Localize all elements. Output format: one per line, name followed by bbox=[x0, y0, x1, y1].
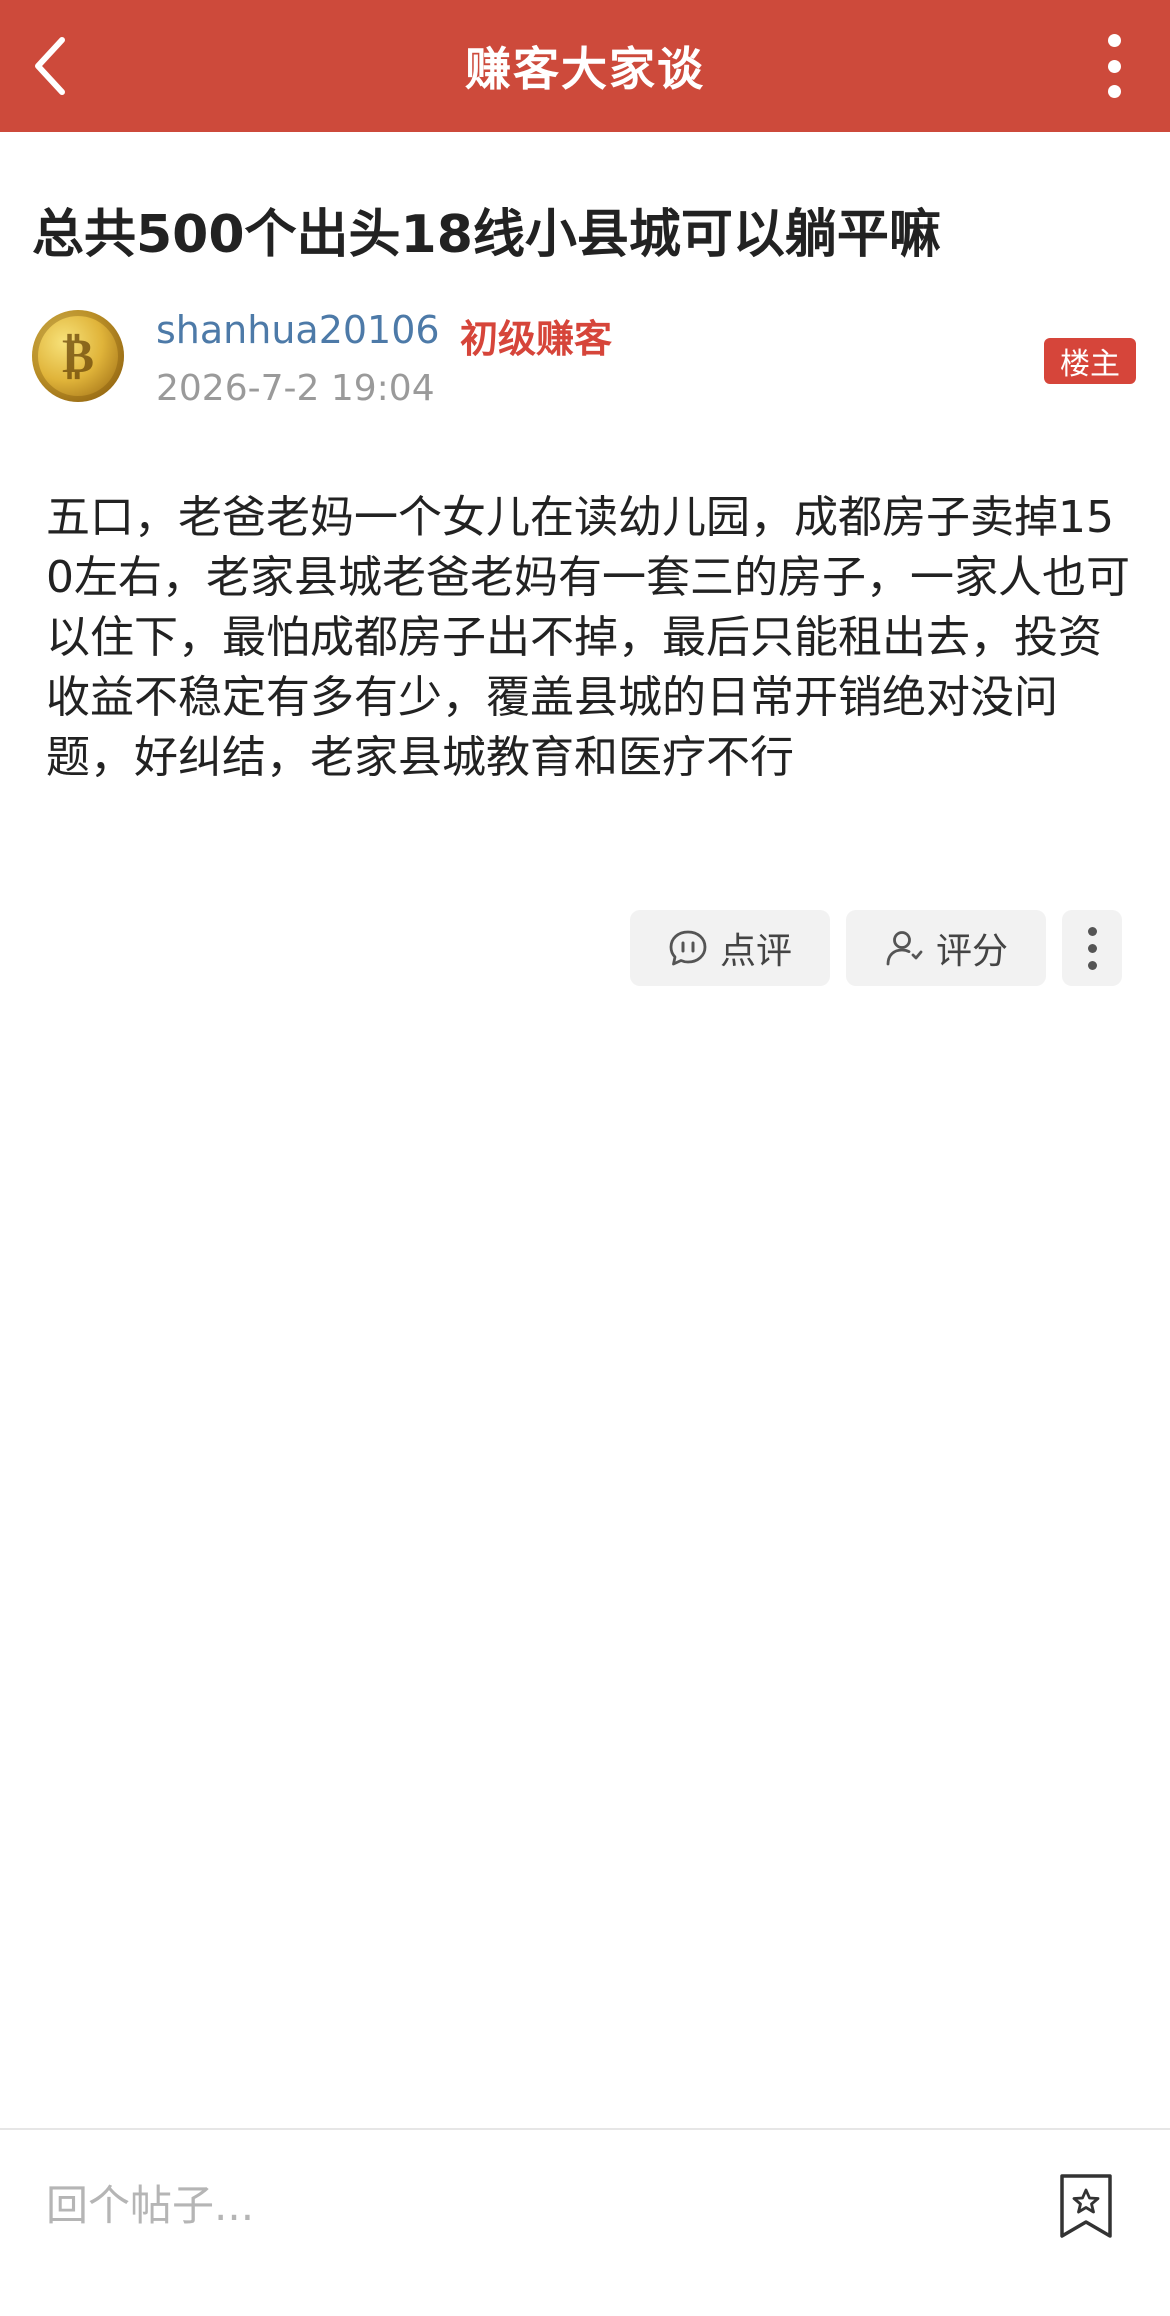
chat-bubble-icon bbox=[669, 930, 707, 966]
post-title: 总共500个出头18线小县城可以躺平嘛 bbox=[32, 205, 941, 265]
bookmark-star-icon bbox=[1060, 2174, 1112, 2238]
more-vertical-icon bbox=[1107, 34, 1121, 47]
more-vertical-icon bbox=[1087, 926, 1097, 936]
comment-button[interactable]: 点评 bbox=[630, 910, 830, 986]
top-bar: 赚客大家谈 bbox=[0, 0, 1170, 132]
avatar[interactable]: ₿ bbox=[32, 310, 124, 402]
thread-page: 赚客大家谈 总共500个出头18线小县城可以躺平嘛 ₿ shanhua20106… bbox=[0, 0, 1170, 2316]
owner-badge: 楼主 bbox=[1044, 338, 1136, 384]
post-timestamp: 2026-7-2 19:04 bbox=[156, 368, 435, 409]
bottom-divider bbox=[0, 2128, 1170, 2130]
bitcoin-icon: ₿ bbox=[61, 328, 94, 384]
post-body: 五口，老爸老妈一个女儿在读幼儿园，成都房子卖掉150左右，老家县城老爸老妈有一套… bbox=[46, 492, 1130, 783]
comment-button-label: 点评 bbox=[719, 931, 792, 972]
reply-input[interactable] bbox=[46, 2170, 946, 2240]
page-title: 赚客大家谈 bbox=[465, 42, 705, 96]
author-username[interactable]: shanhua20106 bbox=[156, 308, 440, 352]
post-more-button[interactable] bbox=[1062, 910, 1122, 986]
rate-button[interactable]: 评分 bbox=[846, 910, 1046, 986]
user-rate-icon bbox=[886, 931, 923, 966]
author-level: 初级赚客 bbox=[460, 317, 613, 361]
rate-button-label: 评分 bbox=[935, 931, 1008, 972]
more-options-button[interactable] bbox=[1092, 34, 1136, 98]
bookmark-button[interactable] bbox=[1056, 2172, 1116, 2242]
